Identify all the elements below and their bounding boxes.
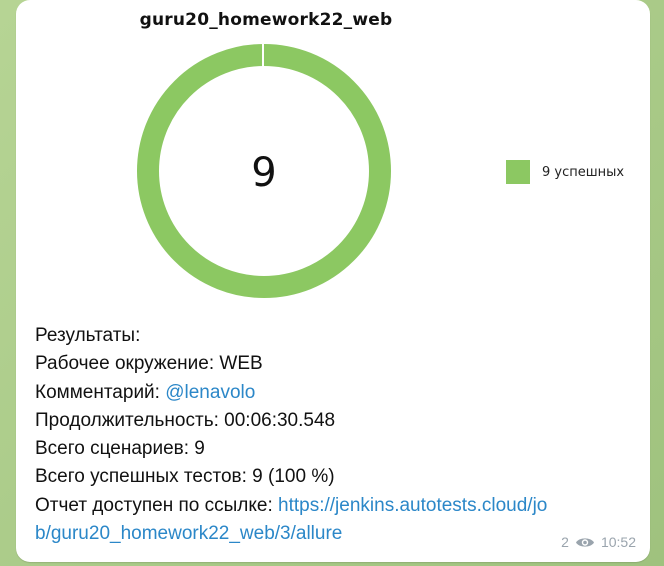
total-value: 9 bbox=[189, 438, 205, 460]
legend-swatch bbox=[506, 160, 530, 184]
chart-svg: 9 bbox=[137, 40, 391, 298]
legend-label: 9 успешных bbox=[542, 164, 625, 180]
comment-line: Комментарий: @lenavolo bbox=[35, 379, 645, 407]
donut-center-label: 9 bbox=[251, 150, 276, 196]
report-label: Отчет доступен по ссылке: bbox=[35, 494, 273, 516]
environment-label: Рабочее окружение: bbox=[35, 353, 215, 375]
passed-label: Всего успешных тестов: bbox=[35, 466, 247, 488]
message-meta: 2 10:52 bbox=[561, 534, 636, 550]
duration-line: Продолжительность: 00:06:30.548 bbox=[35, 407, 645, 435]
comment-label: Комментарий: bbox=[35, 381, 160, 403]
message-bubble: guru20_homework22_web 9 9 успешных Резул… bbox=[16, 0, 650, 562]
bubble-tail bbox=[21, 544, 35, 558]
report-link-part1[interactable]: https://jenkins.autotests.cloud/jo bbox=[278, 495, 547, 516]
total-line: Всего сценариев: 9 bbox=[35, 435, 645, 463]
results-heading: Результаты: bbox=[35, 325, 141, 346]
report-line-continued: b/guru20_homework22_web/3/allure bbox=[35, 520, 645, 548]
message-text: Результаты: Рабочее окружение: WEB Комме… bbox=[35, 322, 645, 548]
duration-label: Продолжительность: bbox=[35, 409, 219, 431]
message-time: 10:52 bbox=[600, 534, 636, 550]
chart-image[interactable]: guru20_homework22_web 9 9 успешных bbox=[16, 0, 650, 300]
view-count: 2 bbox=[561, 534, 569, 550]
passed-value: 9 (100 %) bbox=[246, 466, 335, 488]
environment-line: Рабочее окружение: WEB bbox=[35, 350, 645, 378]
duration-value: 00:06:30.548 bbox=[218, 409, 336, 431]
environment-value: WEB bbox=[214, 353, 263, 375]
total-label: Всего сценариев: bbox=[35, 438, 190, 460]
passed-line: Всего успешных тестов: 9 (100 %) bbox=[35, 463, 645, 491]
mention-link[interactable]: @lenavolo bbox=[165, 382, 255, 403]
report-link-part2[interactable]: b/guru20_homework22_web/3/allure bbox=[35, 523, 342, 544]
report-line: Отчет доступен по ссылке: https://jenkin… bbox=[35, 492, 645, 520]
chart-legend: 9 успешных bbox=[506, 160, 624, 184]
eye-icon bbox=[575, 537, 594, 547]
